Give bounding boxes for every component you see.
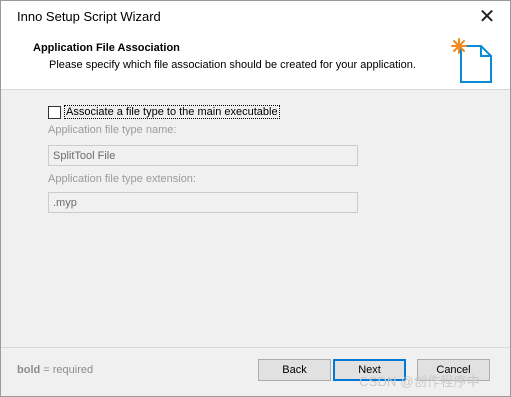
window-title: Inno Setup Script Wizard bbox=[17, 9, 161, 24]
document-sparkle-icon bbox=[451, 38, 492, 83]
type-name-field[interactable] bbox=[48, 145, 358, 166]
footer-divider bbox=[1, 347, 510, 348]
wizard-body: Associate a file type to the main execut… bbox=[1, 91, 510, 346]
wizard-window: Inno Setup Script Wizard ✕ Application F… bbox=[0, 0, 511, 397]
page-title: Application File Association bbox=[33, 42, 180, 54]
associate-checkbox-label[interactable]: Associate a file type to the main execut… bbox=[64, 105, 280, 119]
wizard-header: Application File Association Please spec… bbox=[1, 32, 510, 90]
type-name-label: Application file type name: bbox=[48, 124, 177, 136]
watermark: CSDN @创作程序中 bbox=[359, 374, 480, 389]
close-button[interactable]: ✕ bbox=[464, 1, 510, 32]
back-button[interactable]: Back bbox=[258, 359, 331, 381]
associate-checkbox[interactable] bbox=[48, 105, 61, 119]
type-extension-label: Application file type extension: bbox=[48, 173, 196, 185]
required-hint-text: = required bbox=[40, 364, 94, 376]
associate-checkbox-row[interactable]: Associate a file type to the main execut… bbox=[48, 105, 280, 119]
page-subtitle: Please specify which file association sh… bbox=[49, 59, 416, 71]
type-extension-field[interactable] bbox=[48, 192, 358, 213]
title-bar: Inno Setup Script Wizard ✕ bbox=[1, 1, 510, 32]
required-hint: bold = required bbox=[17, 364, 93, 376]
required-hint-bold: bold bbox=[17, 364, 41, 376]
